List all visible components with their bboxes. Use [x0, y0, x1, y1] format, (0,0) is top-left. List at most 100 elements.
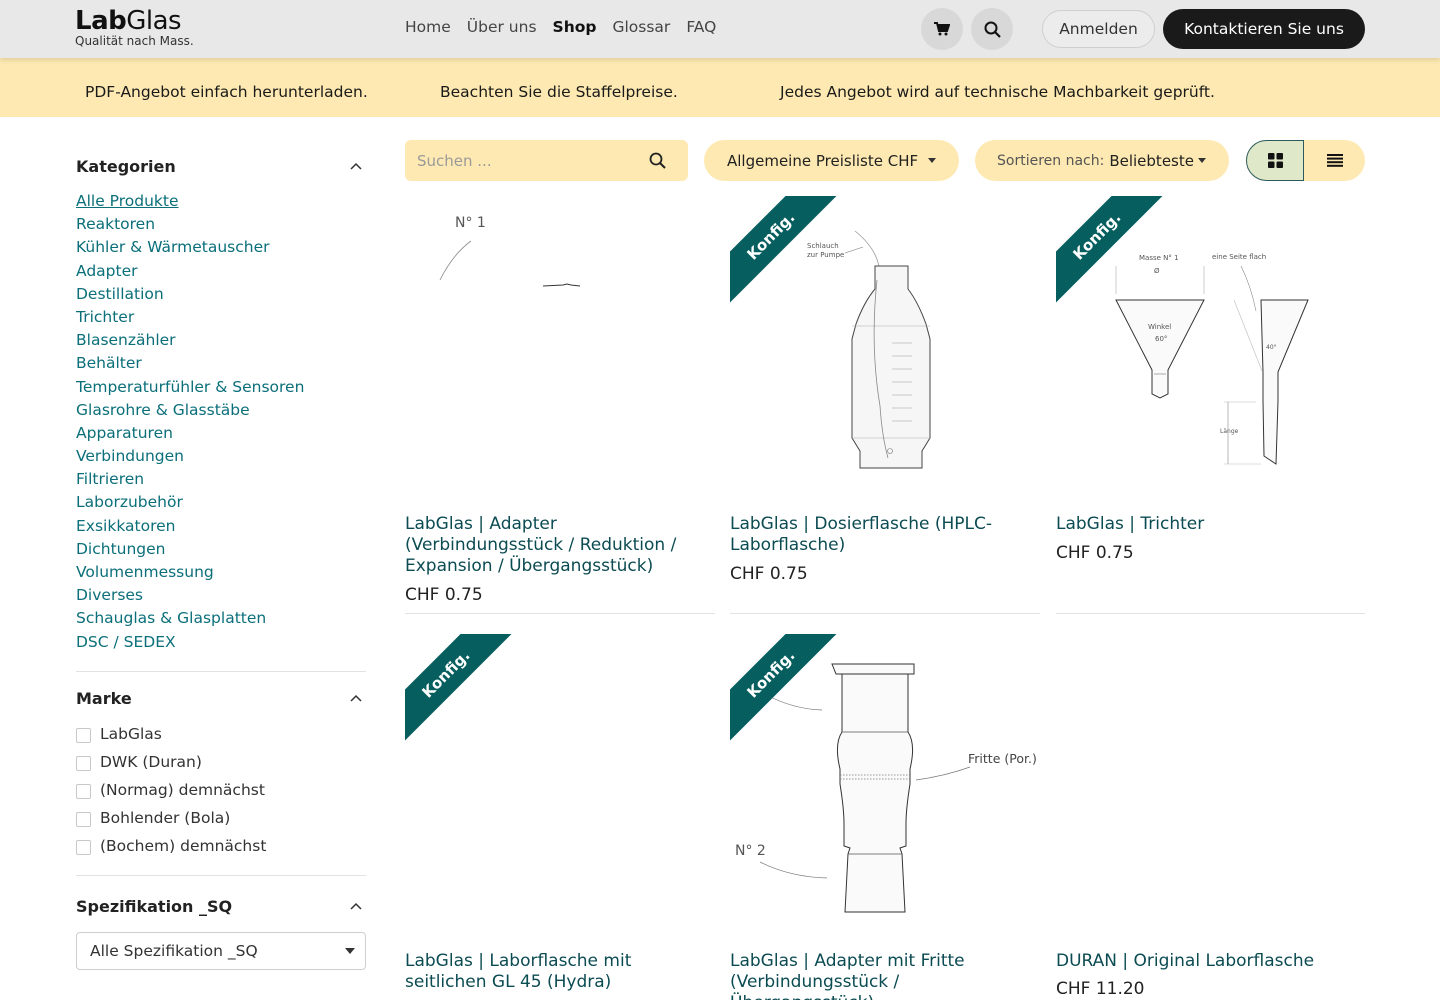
caret-down-icon: [345, 948, 355, 954]
product-price: CHF 11.20: [1056, 979, 1145, 999]
grid-view-toggle[interactable]: [1246, 140, 1304, 181]
grid-icon: [1267, 153, 1283, 168]
caret-down-icon: [1198, 158, 1206, 163]
category-item[interactable]: Apparaturen: [76, 422, 304, 445]
sort-value: Beliebteste: [1109, 151, 1194, 170]
category-item[interactable]: Laborzubehör: [76, 491, 304, 514]
card-divider: [730, 613, 1040, 614]
category-item[interactable]: Trichter: [76, 306, 304, 329]
adapter-drawing: N° 1: [439, 215, 581, 287]
brand-checkbox[interactable]: [76, 756, 91, 771]
svg-text:N° 2: N° 2: [735, 843, 766, 859]
chevron-up-icon[interactable]: [350, 902, 362, 910]
product-title[interactable]: DURAN | Original Laborflasche: [1056, 951, 1366, 972]
category-item[interactable]: Destillation: [76, 283, 304, 306]
category-item[interactable]: Adapter: [76, 260, 304, 283]
category-item[interactable]: Filtrieren: [76, 468, 304, 491]
card-divider: [405, 613, 715, 614]
category-item[interactable]: Dichtungen: [76, 538, 304, 561]
spec-title: Spezifikation _SQ: [76, 897, 233, 916]
product-price: CHF 0.75: [405, 585, 483, 605]
brand-filter-list: LabGlas DWK (Duran) (Normag) demnächst B…: [76, 720, 266, 860]
pricelist-dropdown[interactable]: Allgemeine Preisliste CHF: [704, 140, 959, 181]
brand-checkbox[interactable]: [76, 840, 91, 855]
search-input[interactable]: [417, 150, 637, 172]
site-header: LabGlas Qualität nach Mass. Home Über un…: [0, 0, 1440, 58]
product-image[interactable]: Schlauch zur Pumpe Konfig.: [730, 196, 1040, 496]
svg-text:Länge: Länge: [1220, 428, 1239, 435]
nav-about[interactable]: Über uns: [467, 18, 537, 36]
svg-text:Schlauch: Schlauch: [807, 242, 839, 250]
product-search: [405, 140, 688, 181]
category-item[interactable]: Exsikkatoren: [76, 515, 304, 538]
nav-glossary[interactable]: Glossar: [612, 18, 670, 36]
brand-title: Marke: [76, 689, 132, 708]
svg-text:Masse N° 1: Masse N° 1: [1139, 254, 1179, 262]
product-image[interactable]: Masse N° 1 Ø eine Seite flach Winkel 60°…: [1056, 196, 1366, 496]
sidebar-divider: [76, 875, 366, 876]
brand-checkbox[interactable]: [76, 784, 91, 799]
product-image[interactable]: Konfig.: [405, 634, 715, 934]
login-button[interactable]: Anmelden: [1042, 10, 1155, 48]
logo[interactable]: LabGlas Qualität nach Mass.: [75, 7, 194, 48]
sort-label: Sortieren nach:: [997, 152, 1105, 169]
product-title[interactable]: LabGlas | Trichter: [1056, 514, 1366, 535]
logo-wordmark: LabGlas: [75, 6, 182, 36]
category-item[interactable]: Glasrohre & Glasstäbe: [76, 399, 304, 422]
category-item[interactable]: Volumenmessung: [76, 561, 304, 584]
caret-down-icon: [928, 158, 936, 163]
spec-select[interactable]: Alle Spezifikation _SQ: [76, 932, 366, 970]
svg-text:eine Seite flach: eine Seite flach: [1212, 253, 1266, 261]
category-item[interactable]: Temperaturfühler & Sensoren: [76, 376, 304, 399]
product-image[interactable]: [1056, 634, 1366, 934]
nav-shop[interactable]: Shop: [553, 18, 597, 36]
product-image[interactable]: Fritte (Por.) N° 2 Konfig.: [730, 634, 1040, 934]
product-image[interactable]: N° 1: [405, 196, 715, 496]
categories-title: Kategorien: [76, 157, 176, 176]
svg-text:Fritte (Por.): Fritte (Por.): [968, 751, 1037, 766]
brand-checkbox[interactable]: [76, 728, 91, 743]
svg-text:N° 1: N° 1: [455, 215, 486, 231]
product-title[interactable]: LabGlas | Adapter (Verbindungsstück / Re…: [405, 514, 715, 577]
chevron-up-icon[interactable]: [350, 162, 362, 170]
banner-text-prices: Beachten Sie die Staffelpreise.: [440, 83, 678, 101]
brand-filter[interactable]: (Normag) demnächst: [76, 776, 266, 804]
category-item[interactable]: Schauglas & Glasplatten: [76, 607, 304, 630]
brand-checkbox[interactable]: [76, 812, 91, 827]
product-title[interactable]: LabGlas | Adapter mit Fritte (Verbindung…: [730, 951, 1040, 1000]
card-divider: [1056, 613, 1365, 614]
svg-text:40°: 40°: [1266, 344, 1277, 351]
brand-filter[interactable]: DWK (Duran): [76, 748, 266, 776]
category-item[interactable]: Verbindungen: [76, 445, 304, 468]
list-view-toggle[interactable]: [1304, 140, 1365, 181]
category-item[interactable]: Reaktoren: [76, 213, 304, 236]
info-banner: PDF-Angebot einfach herunterladen. Beach…: [0, 58, 1440, 117]
product-title[interactable]: LabGlas | Laborflasche mit seitlichen GL…: [405, 951, 715, 993]
search-button[interactable]: [971, 8, 1013, 50]
logo-tagline: Qualität nach Mass.: [75, 34, 194, 48]
cart-button[interactable]: [921, 8, 963, 50]
product-title[interactable]: LabGlas | Dosierflasche (HPLC-Laborflasc…: [730, 514, 1040, 556]
category-item[interactable]: Kühler & Wärmetauscher: [76, 236, 304, 259]
brand-filter[interactable]: (Bochem) demnächst: [76, 832, 266, 860]
search-icon[interactable]: [649, 152, 666, 169]
category-item[interactable]: DSC / SEDEX: [76, 631, 304, 654]
contact-button[interactable]: Kontaktieren Sie uns: [1163, 9, 1365, 49]
svg-text:Ø: Ø: [1154, 267, 1160, 275]
brand-filter[interactable]: Bohlender (Bola): [76, 804, 266, 832]
svg-text:zur Pumpe: zur Pumpe: [807, 251, 844, 259]
banner-text-check: Jedes Angebot wird auf technische Machba…: [780, 83, 1215, 101]
search-icon: [984, 21, 1001, 38]
nav-home[interactable]: Home: [405, 18, 451, 36]
brand-filter[interactable]: LabGlas: [76, 720, 266, 748]
category-item[interactable]: Diverses: [76, 584, 304, 607]
sidebar-divider: [76, 671, 366, 672]
banner-text-pdf: PDF-Angebot einfach herunterladen.: [85, 83, 368, 101]
category-item[interactable]: Behälter: [76, 352, 304, 375]
config-ribbon: Konfig.: [405, 634, 519, 747]
category-item[interactable]: Blasenzähler: [76, 329, 304, 352]
sort-dropdown[interactable]: Sortieren nach: Beliebteste: [975, 140, 1229, 181]
category-item[interactable]: Alle Produkte: [76, 190, 304, 213]
nav-faq[interactable]: FAQ: [686, 18, 716, 36]
chevron-up-icon[interactable]: [350, 694, 362, 702]
